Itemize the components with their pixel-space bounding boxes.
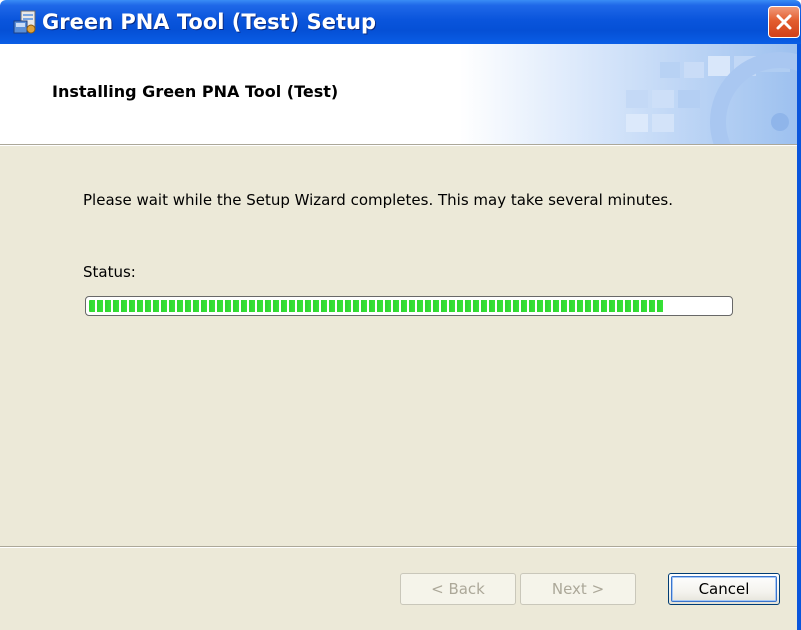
close-button[interactable] (768, 6, 800, 38)
next-button-label: Next > (551, 580, 605, 598)
next-button[interactable]: Next > (520, 573, 636, 605)
window-frame-right (797, 44, 801, 630)
status-label: Status: (83, 263, 136, 281)
cancel-button[interactable]: Cancel (668, 573, 780, 605)
window-title: Green PNA Tool (Test) Setup (42, 10, 376, 34)
banner-graphic (460, 44, 801, 144)
cancel-button-label: Cancel (698, 580, 750, 598)
title-bar[interactable]: Green PNA Tool (Test) Setup (0, 0, 801, 44)
back-button[interactable]: < Back (400, 573, 516, 605)
back-button-label: < Back (431, 580, 485, 598)
progress-fill (89, 300, 665, 312)
setup-wizard-window: Green PNA Tool (Test) Setup Installing G… (0, 0, 801, 630)
header-banner: Installing Green PNA Tool (Test) (0, 44, 801, 144)
installer-icon (12, 9, 38, 35)
close-icon (776, 14, 792, 30)
instruction-text: Please wait while the Setup Wizard compl… (83, 191, 674, 209)
button-bar: < Back Next > Cancel (0, 548, 801, 630)
banner-title: Installing Green PNA Tool (Test) (52, 82, 339, 101)
wizard-body: Please wait while the Setup Wizard compl… (0, 146, 801, 546)
progress-bar (85, 296, 733, 316)
